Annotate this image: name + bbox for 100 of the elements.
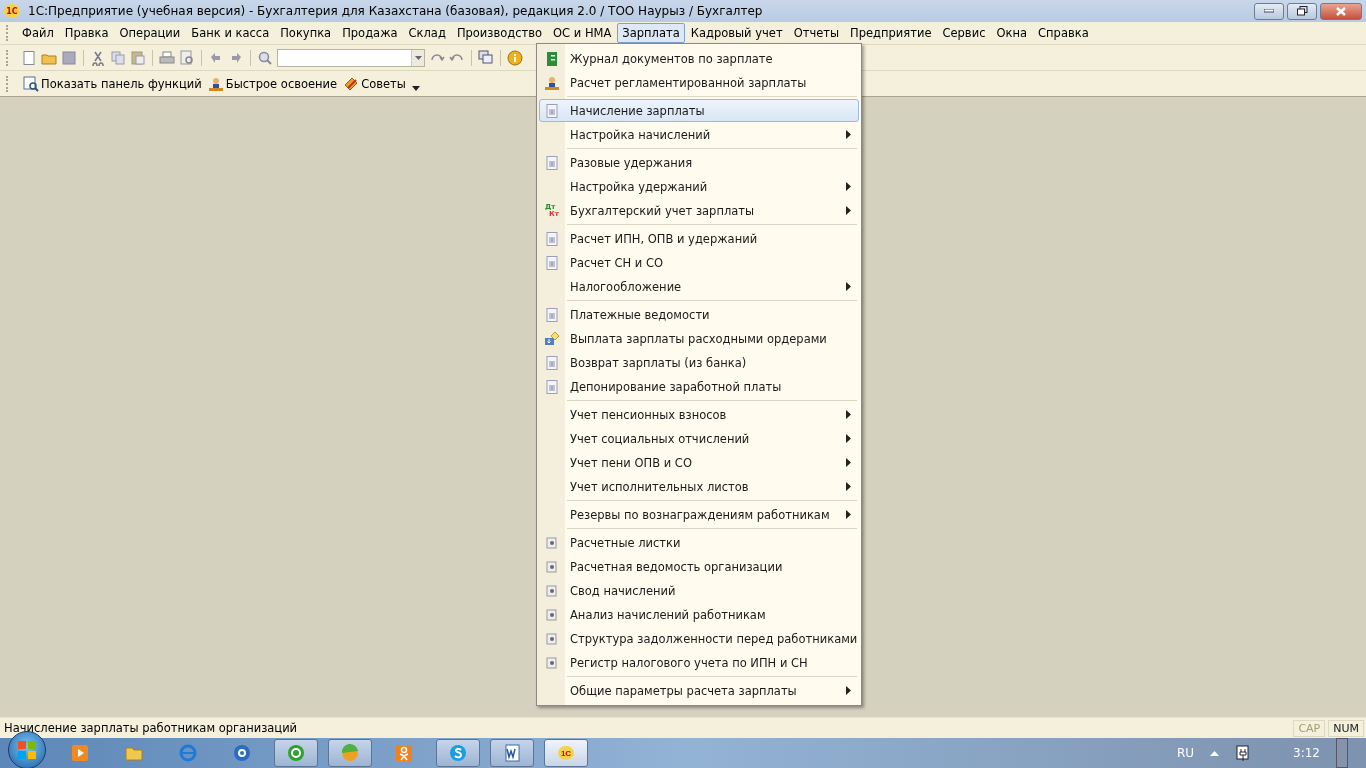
menu-entry[interactable]: Анализ начислений работникам: [539, 603, 859, 626]
report-icon: [544, 606, 560, 623]
document-icon: [544, 254, 560, 271]
document-arrow-icon: [544, 330, 560, 347]
document-icon: [544, 378, 560, 395]
show-desktop-button[interactable]: [1336, 738, 1348, 768]
windows-logo-icon: [17, 740, 37, 760]
report-icon: [544, 654, 560, 671]
menu-item[interactable]: Отчеты: [788, 23, 845, 43]
key-indicator: CAP: [1293, 719, 1326, 737]
menu-entry[interactable]: Учет пени ОПВ и СО: [539, 451, 859, 474]
menu-entry[interactable]: Настройка начислений: [539, 123, 859, 146]
panel-search-icon: [23, 75, 39, 92]
menu-entry[interactable]: Расчетные листки: [539, 531, 859, 554]
menu-entry[interactable]: Налогообложение: [539, 275, 859, 298]
at-sign-icon: [232, 743, 252, 763]
menu-entry[interactable]: Расчет СН и СО: [539, 251, 859, 274]
menu-item[interactable]: Справка: [1033, 23, 1094, 43]
taskbar-app-button[interactable]: [328, 739, 372, 767]
book-pencil-icon: [343, 75, 360, 92]
document-icon: [544, 306, 560, 323]
menu-entry[interactable]: Разовые удержания: [539, 151, 859, 174]
menu-entry[interactable]: Регистр налогового учета по ИПН и СН: [539, 651, 859, 674]
menu-entry[interactable]: Свод начислений: [539, 579, 859, 602]
toolbar-button[interactable]: Советы: [343, 75, 406, 92]
menu-entry[interactable]: Расчет регламентированной зарплаты: [539, 71, 859, 94]
copy-icon[interactable]: [110, 49, 126, 66]
menu-item[interactable]: Файл: [17, 23, 59, 43]
document-icon: [544, 154, 560, 171]
menu-item[interactable]: Операции: [114, 23, 186, 43]
caret-icon[interactable]: [411, 86, 420, 91]
menu-entry[interactable]: Общие параметры расчета зарплаты: [539, 679, 859, 702]
document-icon: [544, 230, 560, 247]
toolbar-button[interactable]: Быстрое освоение: [207, 75, 338, 92]
restore-icon: [1296, 6, 1308, 16]
person-figure-icon: [394, 743, 414, 763]
at-sign-icon: [286, 743, 306, 763]
person-at-desk-icon: [544, 74, 560, 91]
print-icon[interactable]: [159, 49, 175, 66]
report-icon: [544, 534, 560, 551]
search-icon[interactable]: [257, 49, 273, 66]
menu-entry[interactable]: Учет исполнительных листов: [539, 475, 859, 498]
info-icon[interactable]: [507, 49, 523, 66]
taskbar-app-button[interactable]: [274, 739, 318, 767]
search-field[interactable]: [277, 48, 425, 67]
tray-arrow-icon[interactable]: [1210, 750, 1220, 756]
restore-button[interactable]: [1287, 2, 1317, 20]
taskbar-app-button[interactable]: [490, 739, 534, 767]
menu-entry[interactable]: Выплата зарплаты расходными ордерами: [539, 327, 859, 350]
start-button[interactable]: [8, 731, 46, 768]
document-icon: [544, 354, 560, 371]
power-plug-icon[interactable]: [1235, 744, 1252, 762]
minimize-button[interactable]: [1254, 2, 1284, 20]
menu-item[interactable]: Производство: [451, 23, 548, 43]
menu-entry[interactable]: Настройка удержаний: [539, 175, 859, 198]
menu-item[interactable]: Банк и касса: [186, 23, 275, 43]
menu-item[interactable]: Сервис: [937, 23, 991, 43]
menu-item[interactable]: Окна: [991, 23, 1033, 43]
menu-entry[interactable]: Расчетная ведомость организации: [539, 555, 859, 578]
new-document-icon[interactable]: [21, 49, 37, 66]
chat-s-icon: [448, 743, 468, 763]
window-title: 1С:Предприятие (учебная версия) - Бухгалтерия для Казахстана (базовая), редакция 2.0 / ТОО Наурыз / Бухгалтер: [28, 4, 764, 18]
menu-entry[interactable]: Возврат зарплаты (из банка): [539, 351, 859, 374]
menu-entry[interactable]: Платежные ведомости: [539, 303, 859, 326]
menu-entry[interactable]: Резервы по вознаграждениям работникам: [539, 503, 859, 526]
menu-entry[interactable]: Учет социальных отчислений: [539, 427, 859, 450]
menu-item[interactable]: Склад: [403, 23, 451, 43]
menu-entry[interactable]: Журнал документов по зарплате: [539, 47, 859, 70]
menu-item[interactable]: Кадровый учет: [685, 23, 788, 43]
print-preview-icon[interactable]: [179, 49, 195, 66]
browser-e-icon: [178, 743, 198, 763]
paste-icon[interactable]: [130, 49, 146, 66]
toolbar-button[interactable]: Показать панель функций: [23, 75, 202, 92]
taskbar-app-button[interactable]: 1С: [544, 739, 588, 767]
menu-entry[interactable]: Структура задолженности перед работниками: [539, 627, 859, 650]
menu-entry[interactable]: Депонирование заработной платы: [539, 375, 859, 398]
status-text: Начисление зарплаты работникам организаций: [4, 721, 299, 735]
menu-item[interactable]: Продажа: [337, 23, 403, 43]
menu-item[interactable]: Предприятие: [845, 23, 937, 43]
play-icon: [70, 743, 90, 763]
person-at-desk-icon: [207, 75, 224, 92]
menu-entry[interactable]: Начисление зарплаты: [539, 99, 859, 122]
menu-item[interactable]: ОС и НМА: [548, 23, 617, 43]
menu-item[interactable]: Покупка: [275, 23, 337, 43]
taskbar-app-button[interactable]: [436, 739, 480, 767]
colorful-ball-icon: [340, 743, 360, 763]
document-w-icon: [502, 743, 522, 763]
cut-icon[interactable]: [90, 49, 106, 66]
save-icon[interactable]: [61, 49, 77, 66]
app-logo: 1С: [558, 746, 574, 760]
report-icon: [544, 582, 560, 599]
close-button[interactable]: [1320, 2, 1362, 20]
menu-item[interactable]: Правка: [59, 23, 114, 43]
book-icon: [544, 50, 560, 67]
menu-entry[interactable]: Учет пенсионных взносов: [539, 403, 859, 426]
menu-entry[interactable]: Расчет ИПН, ОПВ и удержаний: [539, 227, 859, 250]
app-logo: 1С: [4, 4, 20, 18]
menu-item[interactable]: Зарплата: [617, 23, 685, 43]
windows-icon[interactable]: [478, 49, 494, 66]
document-icon: [544, 102, 560, 119]
